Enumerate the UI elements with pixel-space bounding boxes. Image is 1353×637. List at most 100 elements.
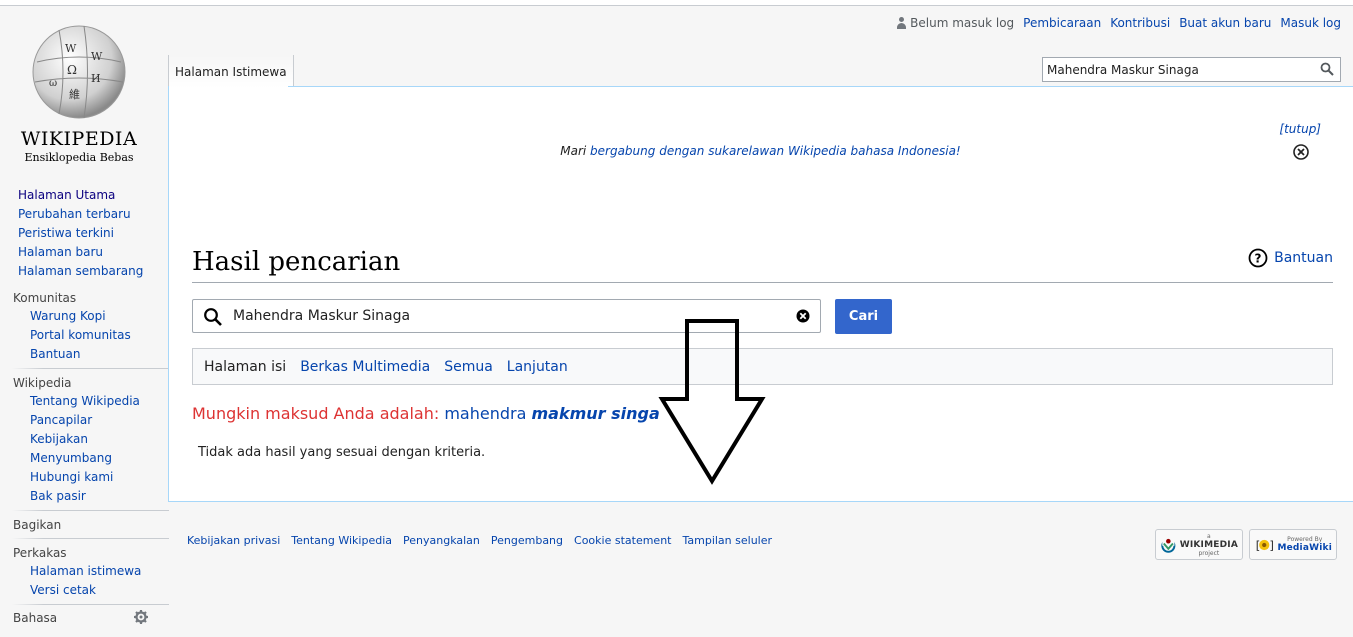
footer-mobile-link[interactable]: Tampilan seluler xyxy=(682,534,772,547)
gear-icon[interactable] xyxy=(134,610,148,624)
personal-tools: Belum masuk log Pembicaraan Kontribusi B… xyxy=(896,16,1341,30)
title-divider xyxy=(192,282,1333,283)
suggestion-link[interactable]: mahendra makmur singa xyxy=(444,404,659,423)
mediawiki-badge-small: Powered By xyxy=(1287,536,1323,543)
svg-text:Ω: Ω xyxy=(67,63,77,77)
tab-semua[interactable]: Semua xyxy=(444,359,493,375)
footer-about-link[interactable]: Tentang Wikipedia xyxy=(291,534,392,547)
sidebar-item-warung-kopi[interactable]: Warung Kopi xyxy=(0,307,168,326)
mediawiki-badge[interactable]: [ ] Powered By MediaWiki xyxy=(1249,529,1337,560)
site-notice: Mari bergabung dengan sukarelawan Wikipe… xyxy=(168,144,1353,158)
portal-heading[interactable]: Komunitas xyxy=(0,289,168,307)
mediawiki-badge-text: Powered By MediaWiki xyxy=(1277,536,1332,553)
tab-halaman-isi[interactable]: Halaman isi xyxy=(204,359,286,375)
portal-bahasa: Bahasa xyxy=(0,610,168,626)
site-notice-link[interactable]: bergabung dengan sukarelawan Wikipedia b… xyxy=(590,144,961,158)
wikimedia-badge-small: a xyxy=(1207,532,1211,540)
tab-special-page[interactable]: Halaman Istimewa xyxy=(168,55,294,88)
page-title: Hasil pencarian xyxy=(192,247,401,277)
login-link[interactable]: Masuk log xyxy=(1280,16,1341,30)
content-left-border xyxy=(168,86,169,502)
content-area: [tutup] Mari bergabung dengan sukarelawa… xyxy=(168,87,1353,502)
sidebar-item-bak-pasir[interactable]: Bak pasir xyxy=(0,487,168,506)
sidebar-item-halaman-baru[interactable]: Halaman baru xyxy=(0,243,168,262)
footer-developers-link[interactable]: Pengembang xyxy=(491,534,563,547)
portal-komunitas: Komunitas Warung Kopi Portal komunitas B… xyxy=(0,289,168,364)
svg-text:W: W xyxy=(65,42,77,55)
anon-user-label: Belum masuk log xyxy=(910,16,1015,30)
sidebar-item-halaman-utama[interactable]: Halaman Utama xyxy=(0,186,168,205)
portal-divider xyxy=(12,604,169,605)
header-search-input[interactable] xyxy=(1043,62,1313,77)
svg-text:И: И xyxy=(91,72,101,85)
sidebar-item-bantuan[interactable]: Bantuan xyxy=(0,345,168,364)
search-icon[interactable] xyxy=(1320,62,1334,76)
sidebar-item-peristiwa-terkini[interactable]: Peristiwa terkini xyxy=(0,224,168,243)
wikimedia-badge-text: a WIKIMEDIA project xyxy=(1180,533,1238,557)
sidebar: Halaman Utama Perubahan terbaru Peristiw… xyxy=(0,186,169,626)
portal-divider xyxy=(12,368,169,369)
user-icon xyxy=(896,17,907,29)
talk-link[interactable]: Pembicaraan xyxy=(1023,16,1101,30)
tab-berkas-multimedia[interactable]: Berkas Multimedia xyxy=(300,359,430,375)
create-account-link[interactable]: Buat akun baru xyxy=(1179,16,1271,30)
svg-text:W: W xyxy=(91,50,103,63)
portal-divider xyxy=(12,538,169,539)
svg-text:]: ] xyxy=(1268,538,1274,552)
wikimedia-badge[interactable]: a WIKIMEDIA project xyxy=(1155,529,1243,560)
sidebar-item-kebijakan[interactable]: Kebijakan xyxy=(0,430,168,449)
footer-privacy-link[interactable]: Kebijakan privasi xyxy=(187,534,280,547)
mediawiki-sunflower-icon: [ ] xyxy=(1254,538,1274,552)
portal-heading[interactable]: Perkakas xyxy=(0,544,168,562)
suggestion-bold: makmur singa xyxy=(531,404,660,423)
sidebar-item-pancapilar[interactable]: Pancapilar xyxy=(0,411,168,430)
site-notice-prefix: Mari xyxy=(560,144,591,158)
search-icon xyxy=(204,308,222,326)
sidebar-item-hubungi-kami[interactable]: Hubungi kami xyxy=(0,468,168,487)
svg-text:?: ? xyxy=(1255,252,1262,266)
portal-wikipedia: Wikipedia Tentang Wikipedia Pancapilar K… xyxy=(0,374,168,506)
sidebar-item-menyumbang[interactable]: Menyumbang xyxy=(0,449,168,468)
logo-wordmark: WIKIPEDIA xyxy=(20,128,138,150)
contributions-link[interactable]: Kontribusi xyxy=(1110,16,1170,30)
wikipedia-logo[interactable]: W W Ω И 維 ω WIKIPEDIA Ensiklopedia Bebas xyxy=(14,22,144,164)
svg-text:ω: ω xyxy=(49,78,57,89)
portal-heading[interactable]: Wikipedia xyxy=(0,374,168,392)
mediawiki-badge-brand: MediaWiki xyxy=(1277,543,1332,553)
annotation-arrow-icon xyxy=(658,319,766,485)
wikimedia-badge-brand: WIKIMEDIA xyxy=(1179,539,1238,550)
no-results-message: Tidak ada hasil yang sesuai dengan krite… xyxy=(198,445,486,460)
close-notice-link[interactable]: [tutup] xyxy=(1279,122,1321,136)
top-border xyxy=(0,0,1353,6)
anon-user: Belum masuk log xyxy=(896,16,1014,30)
wikimedia-badge-sub: project xyxy=(1198,549,1220,557)
tab-lanjutan[interactable]: Lanjutan xyxy=(507,359,568,375)
sidebar-item-halaman-istimewa[interactable]: Halaman istimewa xyxy=(0,562,168,581)
did-you-mean-label: Mungkin maksud Anda adalah: xyxy=(192,404,440,423)
logo-tagline: Ensiklopedia Bebas xyxy=(24,151,134,164)
suggestion-plain: mahendra xyxy=(444,404,527,423)
clear-icon[interactable] xyxy=(796,309,810,323)
search-button[interactable]: Cari xyxy=(835,299,892,334)
footer-cookie-link[interactable]: Cookie statement xyxy=(574,534,671,547)
wikimedia-logo-icon xyxy=(1161,537,1176,553)
sidebar-navigation: Halaman Utama Perubahan terbaru Peristiw… xyxy=(0,186,168,281)
portal-heading[interactable]: Bagikan xyxy=(0,516,168,534)
close-notice-label[interactable]: [tutup] xyxy=(1279,122,1321,136)
sidebar-item-halaman-sembarang[interactable]: Halaman sembarang xyxy=(0,262,168,281)
header-search xyxy=(1042,57,1341,82)
portal-bagikan: Bagikan xyxy=(0,516,168,534)
sidebar-item-perubahan-terbaru[interactable]: Perubahan terbaru xyxy=(0,205,168,224)
puzzle-globe-icon: W W Ω И 維 ω xyxy=(32,25,126,119)
portal-perkakas: Perkakas Halaman istimewa Versi cetak xyxy=(0,544,168,600)
svg-text:維: 維 xyxy=(69,88,80,101)
sidebar-item-tentang-wikipedia[interactable]: Tentang Wikipedia xyxy=(0,392,168,411)
portal-divider xyxy=(12,510,169,511)
footer-links: Kebijakan privasi Tentang Wikipedia Peny… xyxy=(187,534,772,547)
help-link[interactable]: ? Bantuan xyxy=(1248,248,1333,268)
help-icon: ? xyxy=(1248,248,1268,268)
sidebar-item-portal-komunitas[interactable]: Portal komunitas xyxy=(0,326,168,345)
help-label[interactable]: Bantuan xyxy=(1274,250,1333,266)
footer-disclaimer-link[interactable]: Penyangkalan xyxy=(403,534,480,547)
sidebar-item-versi-cetak[interactable]: Versi cetak xyxy=(0,581,168,600)
